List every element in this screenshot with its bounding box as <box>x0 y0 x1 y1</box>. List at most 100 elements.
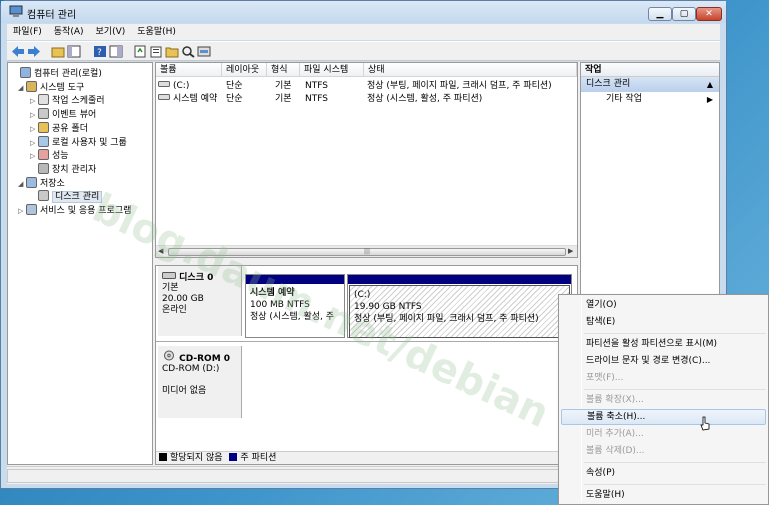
action-pane-icon[interactable] <box>109 45 123 58</box>
back-icon[interactable] <box>11 45 25 58</box>
partition-name: 시스템 예약 <box>250 288 295 298</box>
column-header-type[interactable]: 형식 <box>267 63 300 77</box>
collapse-icon[interactable]: ▲ <box>707 77 713 92</box>
tree-item[interactable]: ▷ 성능 <box>30 149 69 162</box>
expander-icon[interactable]: ▷ <box>30 150 38 163</box>
disk-icon <box>162 272 176 283</box>
tree-item-label: 이벤트 뷰어 <box>52 110 97 121</box>
tree-item[interactable]: ◢ 시스템 도구 <box>18 80 85 95</box>
cdrom-drive: CD-ROM (D:) <box>162 364 220 374</box>
forward-icon[interactable] <box>27 45 41 58</box>
menu-action[interactable]: 동작(A) <box>48 24 90 40</box>
open-folder-icon[interactable] <box>165 45 179 58</box>
context-menu-item[interactable]: 볼륨 축소(H)... <box>561 409 766 425</box>
tree-item-label: 서비스 및 응용 프로그램 <box>40 206 132 216</box>
volume-layout: 단순 <box>226 94 243 104</box>
tree-item-label: 저장소 <box>40 178 65 189</box>
cdrom-name: CD-ROM 0 <box>179 354 231 364</box>
column-header-status[interactable]: 상태 <box>364 63 577 77</box>
scroll-right-icon[interactable]: ▶ <box>568 247 573 255</box>
expander-icon[interactable]: ◢ <box>18 178 26 191</box>
context-menu-item[interactable]: 탐색(E) <box>561 314 766 330</box>
device-manager-icon <box>38 162 49 174</box>
partition-name: (C:) <box>354 290 371 300</box>
tree-item[interactable]: ▷ 공유 폴더 <box>30 121 88 136</box>
volume-list-header: 볼륨 레이아웃 형식 파일 시스템 상태 <box>156 63 577 77</box>
expander-icon[interactable]: ◢ <box>18 82 26 95</box>
cdrom-blank <box>162 375 237 386</box>
tree-item[interactable]: ▷ 서비스 및 응용 프로그램 <box>18 204 131 217</box>
column-header-filesystem[interactable]: 파일 시스템 <box>300 63 364 77</box>
disk-view-icon[interactable] <box>197 45 211 58</box>
title-bar[interactable]: 컴퓨터 관리 ▁ ▢ ✕ <box>1 1 726 23</box>
actions-disk-management[interactable]: 디스크 관리 ▲ <box>581 77 719 92</box>
event-viewer-icon <box>38 108 49 120</box>
context-menu-item[interactable]: 파티션을 활성 파티션으로 표시(M) <box>561 336 766 352</box>
expander-icon[interactable]: ▷ <box>30 109 38 122</box>
disk-0-info[interactable]: 디스크 0 기본 20.00 GB 온라인 <box>158 266 242 336</box>
table-row[interactable]: (C:) 단순 기본 NTFS 정상 (부팅, 페이지 파일, 크래시 덤프, … <box>156 80 577 93</box>
context-menu-item[interactable]: 볼륨 삭제(D)... <box>561 443 766 459</box>
tree-item-label: 공유 폴더 <box>52 123 88 134</box>
table-row[interactable]: 시스템 예약 단순 기본 NTFS 정상 (시스템, 활성, 주 파티션) <box>156 93 577 106</box>
tree-item-label: 시스템 도구 <box>40 82 85 93</box>
expander-icon[interactable]: ▷ <box>18 205 26 218</box>
tree-item[interactable]: ▷ 이벤트 뷰어 <box>30 108 96 121</box>
legend-swatch-unallocated <box>159 453 167 461</box>
svg-text:?: ? <box>97 48 102 58</box>
shared-folder-icon <box>38 121 49 133</box>
column-header-volume[interactable]: 볼륨 <box>156 63 222 77</box>
scroll-left-icon[interactable]: ◀ <box>158 247 163 255</box>
context-menu-item[interactable]: 볼륨 확장(X)... <box>561 392 766 408</box>
tree-item[interactable]: 장치 관리자 <box>30 162 96 176</box>
context-menu-item[interactable]: 열기(O) <box>561 297 766 313</box>
disk-management-icon <box>38 190 49 202</box>
drive-icon <box>158 80 170 93</box>
disk-size: 20.00 GB <box>162 294 204 304</box>
actions-selected-label: 디스크 관리 <box>586 79 631 89</box>
tree-item[interactable]: ◢ 저장소 <box>18 176 65 191</box>
actions-more-label: 기타 작업 <box>606 94 642 104</box>
tree-item[interactable]: 디스크 관리 <box>30 190 103 204</box>
scrollbar-thumb[interactable]: ||| <box>168 248 566 256</box>
up-folder-icon[interactable] <box>51 45 65 58</box>
expander-icon[interactable]: ▷ <box>30 137 38 150</box>
tree-item-label: 디스크 관리 <box>52 191 103 204</box>
search-icon[interactable] <box>181 45 195 58</box>
minimize-button[interactable]: ▁ <box>648 7 672 21</box>
volume-status: 정상 (부팅, 페이지 파일, 크래시 덤프, 주 파티션) <box>367 81 552 91</box>
menu-view[interactable]: 보기(V) <box>90 24 132 40</box>
close-button[interactable]: ✕ <box>696 7 722 21</box>
partition-c[interactable]: (C:) 19.90 GB NTFS 정상 (부팅, 페이지 파일, 크래시 덤… <box>347 274 572 338</box>
tools-icon <box>26 80 37 92</box>
cdrom-0-info[interactable]: CD-ROM 0 CD-ROM (D:) 미디어 없음 <box>158 346 242 418</box>
menu-help[interactable]: 도움말(H) <box>131 24 182 40</box>
tree-item[interactable]: 컴퓨터 관리(로컬) <box>12 67 102 80</box>
tree-item[interactable]: ▷ 작업 스케줄러 <box>30 94 105 107</box>
menu-file[interactable]: 파일(F) <box>7 24 48 40</box>
expander-icon[interactable]: ▷ <box>30 95 38 108</box>
users-icon <box>38 135 49 147</box>
properties-icon[interactable] <box>149 45 163 58</box>
console-tree-icon[interactable] <box>67 45 81 58</box>
column-header-layout[interactable]: 레이아웃 <box>222 63 267 77</box>
refresh-icon[interactable] <box>133 45 147 58</box>
help-icon[interactable]: ? <box>93 45 107 58</box>
context-menu-item[interactable]: 드라이브 문자 및 경로 변경(C)... <box>561 353 766 369</box>
volume-filesystem: NTFS <box>305 94 328 104</box>
context-menu-item[interactable]: 도움말(H) <box>561 487 766 503</box>
volume-status: 정상 (시스템, 활성, 주 파티션) <box>367 94 483 104</box>
context-menu-item[interactable]: 속성(P) <box>561 465 766 481</box>
expander-icon[interactable]: ▷ <box>30 123 38 136</box>
performance-icon <box>38 149 49 161</box>
actions-more[interactable]: 기타 작업 ▶ <box>581 92 719 107</box>
context-menu-item[interactable]: 포맷(F)... <box>561 370 766 386</box>
maximize-button[interactable]: ▢ <box>672 7 696 21</box>
context-menu-item[interactable]: 미러 추가(A)... <box>561 426 766 442</box>
tree-item[interactable]: ▷ 로컬 사용자 및 그룹 <box>30 135 127 150</box>
legend-swatch-primary <box>229 453 238 461</box>
disk-type: 기본 <box>162 283 179 293</box>
partition-system-reserved[interactable]: 시스템 예약 100 MB NTFS 정상 (시스템, 활성, 주 <box>245 274 345 338</box>
horizontal-scrollbar[interactable]: ◀ ||| ▶ <box>156 245 577 257</box>
disk-name: 디스크 0 <box>179 273 214 283</box>
